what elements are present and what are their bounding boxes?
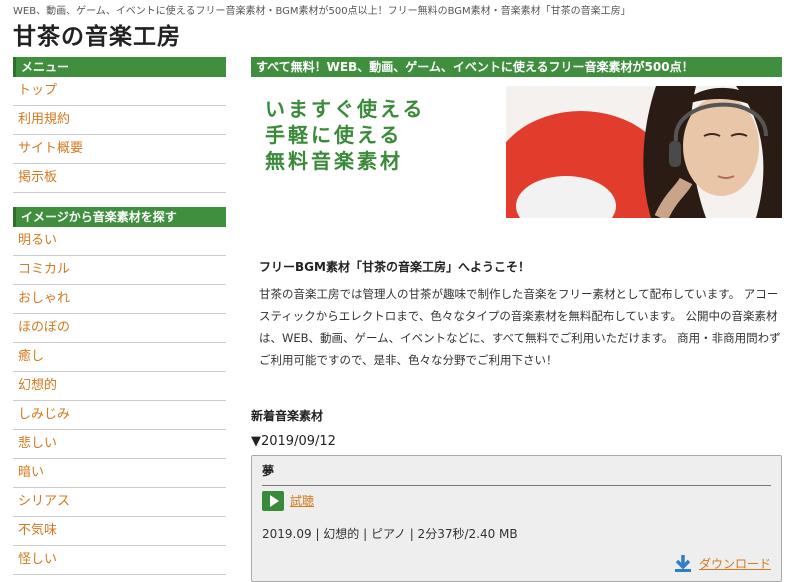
sidebar-item-mood[interactable]: おしゃれ [13,285,226,314]
banner-text: いますぐ使える 手軽に使える 無料音楽素材 [265,96,425,174]
play-icon[interactable] [262,491,284,511]
site-title[interactable]: 甘茶の音楽工房 [13,17,181,51]
sidebar-item-mood[interactable]: 暗い [13,459,226,488]
sidebar-item-top[interactable]: トップ [13,77,226,106]
welcome-body: 甘茶の音楽工房では管理人の甘茶が趣味で制作した音楽をフリー素材として配布していま… [259,287,781,367]
sidebar-item-mood[interactable]: しみじみ [13,401,226,430]
site-tagline: WEB、動画、ゲーム、イベントに使えるフリー音楽素材・BGM素材が500点以上！… [13,6,631,17]
main-content: すべて無料！WEB、動画、ゲーム、イベントに使えるフリー音楽素材が500点！ い… [251,57,782,582]
hero-banner: いますぐ使える 手軽に使える 無料音楽素材 [251,86,782,218]
sidebar-item-mood[interactable]: 悲しい [13,430,226,459]
mood-heading: イメージから音楽素材を探す [13,207,226,227]
sidebar-item-about[interactable]: サイト概要 [13,135,226,164]
sidebar-item-mood[interactable]: 幻想的 [13,372,226,401]
sidebar-item-mood[interactable]: コミカル [13,256,226,285]
sidebar-item-mood[interactable]: ほのぼの [13,314,226,343]
track-card: 夢 試聴 2019.09 | 幻想的 | ピアノ | 2分37秒/2.40 MB… [251,455,782,582]
sidebar: メニュー トップ 利用規約 サイト概要 掲示板 イメージから音楽素材を探す 明る… [13,57,226,575]
sidebar-item-mood[interactable]: 明るい [13,227,226,256]
banner-line: 無料音楽素材 [265,149,403,173]
sidebar-item-mood[interactable]: 癒し [13,343,226,372]
download-icon [674,555,691,572]
menu-heading: メニュー [13,57,226,77]
sidebar-item-board[interactable]: 掲示板 [13,164,226,193]
welcome-title: フリーBGM素材「甘茶の音楽工房」へようこそ！ [259,260,530,274]
download-label: ダウンロード [698,556,771,571]
download-button[interactable]: ダウンロード [673,553,771,573]
sidebar-item-mood[interactable]: 怪しい [13,546,226,575]
main-heading: すべて無料！WEB、動画、ゲーム、イベントに使えるフリー音楽素材が500点！ [251,57,782,77]
listen-link[interactable]: 試聴 [290,492,314,509]
sidebar-item-mood[interactable]: 不気味 [13,517,226,546]
banner-photo-woman-with-headphones [506,86,782,218]
release-date: ▼2019/09/12 [251,434,336,449]
banner-line: 手軽に使える [265,123,403,147]
track-info: 2019.09 | 幻想的 | ピアノ | 2分37秒/2.40 MB [262,527,518,541]
sidebar-item-terms[interactable]: 利用規約 [13,106,226,135]
banner-line: いますぐ使える [265,97,426,121]
sidebar-item-mood[interactable]: シリアス [13,488,226,517]
track-title: 夢 [262,462,771,486]
new-music-heading: 新着音楽素材 [251,409,324,423]
